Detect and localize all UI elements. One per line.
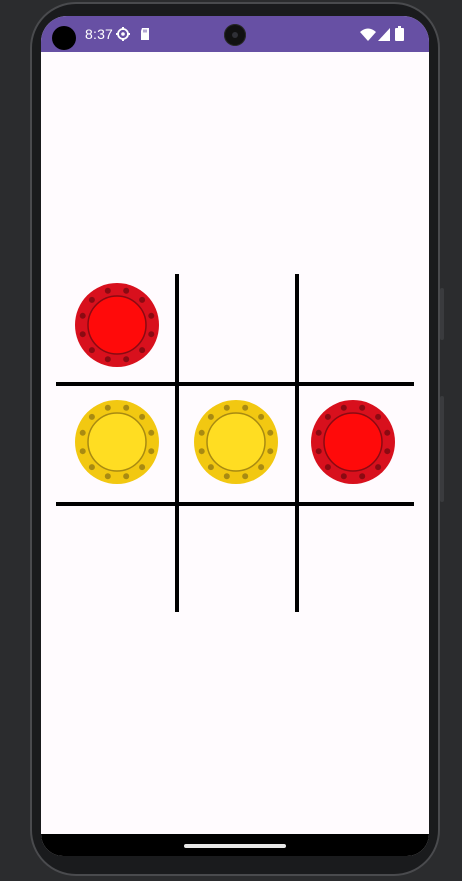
chip-edge-dot: [88, 347, 95, 354]
chip-edge-dot: [139, 464, 146, 471]
chip-edge-dot: [375, 413, 382, 420]
chip-edge-dot: [104, 404, 111, 411]
chip-edge-dot: [139, 413, 146, 420]
chip-edge-dot: [79, 429, 86, 436]
chip-edge-dot: [340, 473, 347, 480]
chip-edge-dot: [198, 448, 205, 455]
board-cell-0-1[interactable]: [180, 269, 292, 381]
chip-edge-dot: [223, 473, 230, 480]
yellow-chip: [194, 400, 278, 484]
chip-edge-dot: [267, 429, 274, 436]
chip-edge-dot: [123, 287, 130, 294]
board-cell-2-1[interactable]: [180, 506, 292, 618]
chip-edge-dot: [324, 413, 331, 420]
chip-center: [87, 412, 147, 472]
chip-edge-dot: [104, 356, 111, 363]
chip-edge-dot: [139, 296, 146, 303]
chip-edge-dot: [207, 464, 214, 471]
chip-center: [323, 412, 383, 472]
chip-edge-dot: [242, 404, 249, 411]
phone-screen: 8:37: [41, 16, 429, 856]
chip-center: [206, 412, 266, 472]
chip-edge-dot: [384, 448, 391, 455]
power-button: [440, 288, 444, 340]
volume-button: [440, 396, 444, 502]
red-chip: [311, 400, 395, 484]
chip-edge-dot: [324, 464, 331, 471]
red-chip: [75, 283, 159, 367]
chip-edge-dot: [148, 331, 155, 338]
home-gesture-handle[interactable]: [184, 844, 286, 848]
chip-edge-dot: [123, 473, 130, 480]
chip-edge-dot: [148, 429, 155, 436]
chip-edge-dot: [198, 429, 205, 436]
chip-edge-dot: [79, 448, 86, 455]
chip-edge-dot: [104, 287, 111, 294]
game-board[interactable]: [41, 16, 429, 856]
chip-edge-dot: [123, 404, 130, 411]
board-cell-0-2[interactable]: [297, 269, 409, 381]
chip-edge-dot: [242, 473, 249, 480]
chip-edge-dot: [315, 429, 322, 436]
chip-edge-dot: [315, 448, 322, 455]
chip-edge-dot: [258, 464, 265, 471]
chip-edge-dot: [104, 473, 111, 480]
chip-edge-dot: [79, 312, 86, 319]
navigation-bar: [41, 834, 429, 856]
chip-edge-dot: [148, 448, 155, 455]
chip-edge-dot: [359, 404, 366, 411]
chip-edge-dot: [384, 429, 391, 436]
chip-edge-dot: [123, 356, 130, 363]
chip-edge-dot: [223, 404, 230, 411]
chip-edge-dot: [207, 413, 214, 420]
chip-edge-dot: [88, 464, 95, 471]
chip-edge-dot: [267, 448, 274, 455]
chip-edge-dot: [148, 312, 155, 319]
chip-edge-dot: [340, 404, 347, 411]
board-cell-2-0[interactable]: [61, 506, 173, 618]
chip-edge-dot: [79, 331, 86, 338]
chip-edge-dot: [359, 473, 366, 480]
chip-edge-dot: [258, 413, 265, 420]
yellow-chip: [75, 400, 159, 484]
chip-edge-dot: [139, 347, 146, 354]
board-cell-2-2[interactable]: [297, 506, 409, 618]
chip-edge-dot: [375, 464, 382, 471]
chip-edge-dot: [88, 296, 95, 303]
chip-edge-dot: [88, 413, 95, 420]
chip-center: [87, 295, 147, 355]
